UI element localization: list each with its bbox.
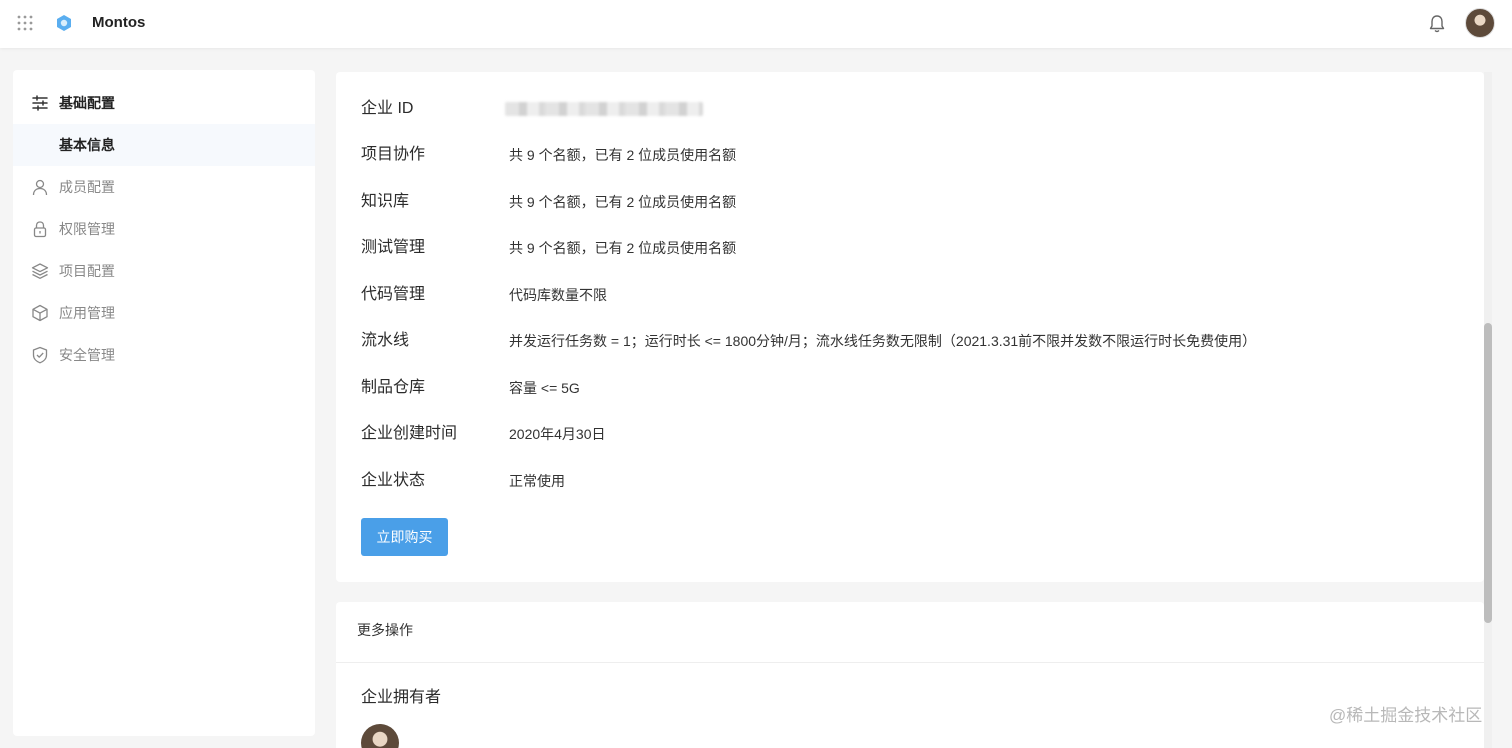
cube-icon bbox=[32, 304, 48, 322]
bell-icon[interactable] bbox=[1428, 14, 1446, 34]
sidebar-item-basic-info[interactable]: 基本信息 bbox=[13, 124, 315, 166]
enterprise-id-redacted bbox=[505, 102, 703, 116]
montos-logo-icon[interactable] bbox=[55, 14, 73, 32]
sidebar-item-project-config[interactable]: 项目配置 bbox=[13, 250, 315, 292]
sidebar-item-label: 项目配置 bbox=[59, 263, 115, 279]
info-key: 项目协作 bbox=[361, 146, 426, 163]
info-row-pipeline: 流水线 并发运行任务数 = 1；运行时长 <= 1800分钟/月；流水线任务数无… bbox=[336, 326, 1484, 356]
user-avatar[interactable] bbox=[1465, 8, 1495, 38]
lock-icon bbox=[33, 221, 47, 238]
enterprise-info-card: 企业 ID 项目协作 共 9 个名额，已有 2 位成员使用名额 知识库 共 9 … bbox=[336, 72, 1484, 582]
info-key: 流水线 bbox=[361, 332, 410, 349]
info-value: 共 9 个名额，已有 2 位成员使用名额 bbox=[509, 240, 737, 256]
info-row-knowledge-base: 知识库 共 9 个名额，已有 2 位成员使用名额 bbox=[336, 187, 1484, 217]
info-row-artifact-repo: 制品仓库 容量 <= 5G bbox=[336, 373, 1484, 403]
scrollbar-thumb[interactable] bbox=[1484, 323, 1492, 623]
info-row-enterprise-id: 企业 ID bbox=[336, 94, 1484, 124]
sidebar-item-security[interactable]: 安全管理 bbox=[13, 334, 315, 376]
sidebar-item-app-management[interactable]: 应用管理 bbox=[13, 292, 315, 334]
sidebar-item-label: 基础配置 bbox=[59, 95, 115, 111]
sidebar-item-label: 权限管理 bbox=[59, 221, 115, 237]
layers-icon bbox=[31, 263, 49, 279]
sidebar-item-member-config[interactable]: 成员配置 bbox=[13, 166, 315, 208]
info-key: 代码管理 bbox=[361, 286, 426, 303]
sidebar-item-label: 成员配置 bbox=[59, 179, 115, 195]
sidebar-item-basic-config[interactable]: 基础配置 bbox=[13, 82, 315, 124]
sidebar-item-label: 基本信息 bbox=[59, 137, 115, 153]
info-row-status: 企业状态 正常使用 bbox=[336, 466, 1484, 496]
more-actions-title: 更多操作 bbox=[357, 622, 413, 638]
info-key: 测试管理 bbox=[361, 239, 426, 256]
info-row-project-collab: 项目协作 共 9 个名额，已有 2 位成员使用名额 bbox=[336, 140, 1484, 170]
owner-avatar[interactable] bbox=[361, 724, 399, 748]
info-value: 并发运行任务数 = 1；运行时长 <= 1800分钟/月；流水线任务数无限制（2… bbox=[509, 333, 1257, 349]
info-value: 共 9 个名额，已有 2 位成员使用名额 bbox=[509, 147, 737, 163]
info-key: 企业创建时间 bbox=[361, 425, 458, 442]
info-key: 制品仓库 bbox=[361, 379, 426, 396]
sliders-icon bbox=[32, 95, 48, 111]
info-value: 代码库数量不限 bbox=[509, 287, 607, 303]
info-row-test-management: 测试管理 共 9 个名额，已有 2 位成员使用名额 bbox=[336, 233, 1484, 263]
watermark: @稀土掘金技术社区 bbox=[1329, 706, 1483, 725]
user-icon bbox=[32, 179, 48, 196]
top-bar: Montos bbox=[0, 0, 1512, 48]
enterprise-owner-title: 企业拥有者 bbox=[361, 689, 442, 706]
info-key: 知识库 bbox=[361, 193, 410, 210]
sidebar-item-permissions[interactable]: 权限管理 bbox=[13, 208, 315, 250]
buy-now-button[interactable]: 立即购买 bbox=[361, 518, 448, 556]
sidebar-item-label: 应用管理 bbox=[59, 305, 115, 321]
more-actions-header: 更多操作 bbox=[336, 602, 1484, 663]
more-actions-card: 更多操作 企业拥有者 bbox=[336, 602, 1484, 748]
info-value: 共 9 个名额，已有 2 位成员使用名额 bbox=[509, 194, 737, 210]
sidebar-item-label: 安全管理 bbox=[59, 347, 115, 363]
info-row-code-management: 代码管理 代码库数量不限 bbox=[336, 280, 1484, 310]
info-value: 容量 <= 5G bbox=[509, 380, 580, 396]
info-value: 正常使用 bbox=[509, 473, 565, 489]
grid-apps-icon[interactable] bbox=[17, 15, 33, 31]
info-row-created-time: 企业创建时间 2020年4月30日 bbox=[336, 419, 1484, 449]
info-value: 2020年4月30日 bbox=[509, 426, 606, 442]
info-key: 企业状态 bbox=[361, 472, 426, 489]
info-key: 企业 ID bbox=[361, 100, 414, 117]
brand-name[interactable]: Montos bbox=[92, 14, 145, 32]
shield-check-icon bbox=[32, 346, 48, 364]
sidebar: 基础配置 基本信息 成员配置 权限管理 项目配置 应用管理 安全管理 bbox=[13, 70, 315, 736]
